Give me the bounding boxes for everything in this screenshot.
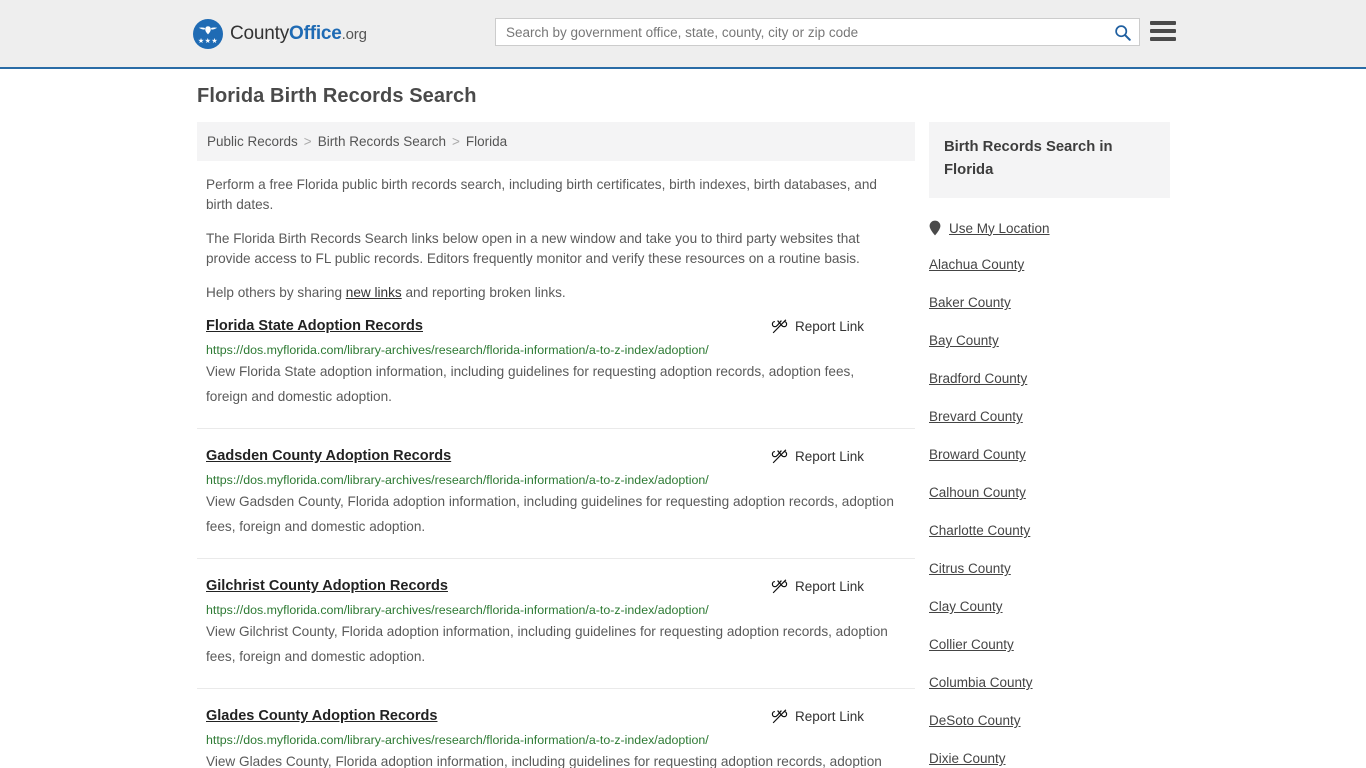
county-link[interactable]: Broward County bbox=[929, 447, 1026, 462]
county-link[interactable]: Clay County bbox=[929, 599, 1003, 614]
results-list: Florida State Adoption Records Report Li… bbox=[197, 317, 915, 768]
search-input[interactable] bbox=[496, 19, 1105, 45]
sidebar-heading: Birth Records Search in Florida bbox=[944, 139, 1113, 178]
breadcrumb-separator: > bbox=[303, 134, 312, 149]
search-bar[interactable] bbox=[495, 18, 1140, 46]
result-item: Gadsden County Adoption Records Report L… bbox=[197, 447, 915, 559]
report-link-button[interactable]: Report Link bbox=[771, 708, 864, 725]
sidebar-item-county[interactable]: Columbia County bbox=[929, 674, 1170, 692]
sidebar-item-county[interactable]: Charlotte County bbox=[929, 522, 1170, 540]
sidebar-item-county[interactable]: Citrus County bbox=[929, 560, 1170, 578]
report-link-label: Report Link bbox=[794, 709, 864, 724]
result-url: https://dos.myflorida.com/library-archiv… bbox=[206, 733, 709, 747]
result-title-link[interactable]: Gilchrist County Adoption Records bbox=[206, 577, 448, 596]
sidebar-item-county[interactable]: Alachua County bbox=[929, 256, 1170, 274]
sidebar-item-use-my-location[interactable]: Use My Location bbox=[929, 220, 1170, 236]
eagle-glyph bbox=[198, 25, 218, 34]
county-link[interactable]: Brevard County bbox=[929, 409, 1023, 424]
sidebar: Birth Records Search in Florida Use My L… bbox=[929, 122, 1170, 768]
hamburger-bar bbox=[1150, 37, 1176, 41]
breadcrumb-item-birth-records-search[interactable]: Birth Records Search bbox=[318, 134, 446, 149]
intro-paragraph-2: The Florida Birth Records Search links b… bbox=[206, 231, 860, 266]
sidebar-item-county[interactable]: Dixie County bbox=[929, 750, 1170, 768]
result-title-link[interactable]: Gadsden County Adoption Records bbox=[206, 447, 451, 466]
report-link-button[interactable]: Report Link bbox=[771, 318, 864, 335]
hamburger-menu-icon[interactable] bbox=[1150, 20, 1176, 42]
report-link-label: Report Link bbox=[794, 319, 864, 334]
result-description: View Gilchrist County, Florida adoption … bbox=[206, 624, 888, 664]
broken-link-icon bbox=[771, 579, 788, 594]
result-url: https://dos.myflorida.com/library-archiv… bbox=[206, 603, 709, 617]
intro-paragraph-1: Perform a free Florida public birth reco… bbox=[206, 177, 877, 212]
hamburger-bar bbox=[1150, 21, 1176, 25]
sidebar-item-county[interactable]: Bay County bbox=[929, 332, 1170, 350]
stars-glyph: ★★★ bbox=[197, 37, 219, 45]
broken-link-icon bbox=[771, 319, 788, 334]
result-item: Florida State Adoption Records Report Li… bbox=[197, 317, 915, 429]
result-description: View Gadsden County, Florida adoption in… bbox=[206, 494, 894, 534]
page-title: Florida Birth Records Search bbox=[197, 85, 477, 107]
logo-word-org: .org bbox=[341, 25, 367, 43]
hamburger-bar bbox=[1150, 29, 1176, 33]
logo-word-office: Office bbox=[289, 22, 342, 44]
intro-p3-after: and reporting broken links. bbox=[401, 285, 566, 300]
result-url: https://dos.myflorida.com/library-archiv… bbox=[206, 473, 709, 487]
map-pin-icon bbox=[929, 220, 941, 236]
search-button[interactable] bbox=[1105, 19, 1139, 45]
sidebar-item-county[interactable]: Bradford County bbox=[929, 370, 1170, 388]
report-link-button[interactable]: Report Link bbox=[771, 578, 864, 595]
county-link[interactable]: Charlotte County bbox=[929, 523, 1030, 538]
county-link[interactable]: Dixie County bbox=[929, 751, 1006, 766]
county-link[interactable]: Calhoun County bbox=[929, 485, 1026, 500]
county-link[interactable]: DeSoto County bbox=[929, 713, 1021, 728]
county-link[interactable]: Columbia County bbox=[929, 675, 1033, 690]
county-list: Use My Location Alachua County Baker Cou… bbox=[929, 220, 1170, 768]
page-body: Florida Birth Records Search Public Reco… bbox=[0, 69, 1366, 768]
breadcrumb: Public Records > Birth Records Search > Flor… bbox=[197, 122, 915, 161]
report-link-button[interactable]: Report Link bbox=[771, 448, 864, 465]
sidebar-item-county[interactable]: Clay County bbox=[929, 598, 1170, 616]
county-link[interactable]: Citrus County bbox=[929, 561, 1011, 576]
intro-p3-before: Help others by sharing bbox=[206, 285, 346, 300]
county-link[interactable]: Bay County bbox=[929, 333, 999, 348]
intro-text: Perform a free Florida public birth reco… bbox=[197, 175, 915, 303]
intro-paragraph-3: Help others by sharing new links and rep… bbox=[197, 283, 915, 303]
report-link-label: Report Link bbox=[794, 449, 864, 464]
site-logo[interactable]: ★★★ CountyOffice.org bbox=[193, 18, 367, 49]
result-item: Glades County Adoption Records Report Li… bbox=[197, 707, 915, 768]
eagle-shield-logo-icon: ★★★ bbox=[193, 18, 223, 49]
county-link[interactable]: Alachua County bbox=[929, 257, 1024, 272]
result-url: https://dos.myflorida.com/library-archiv… bbox=[206, 343, 709, 357]
result-description: View Glades County, Florida adoption inf… bbox=[206, 754, 882, 768]
site-header: ★★★ CountyOffice.org bbox=[0, 0, 1366, 69]
result-item: Gilchrist County Adoption Records Report… bbox=[197, 577, 915, 689]
use-my-location-link[interactable]: Use My Location bbox=[949, 221, 1050, 236]
sidebar-heading-box: Birth Records Search in Florida bbox=[929, 122, 1170, 198]
breadcrumb-item-public-records[interactable]: Public Records bbox=[207, 134, 298, 149]
breadcrumb-separator: > bbox=[452, 134, 460, 149]
county-link[interactable]: Collier County bbox=[929, 637, 1014, 652]
search-icon bbox=[1114, 24, 1131, 41]
sidebar-item-county[interactable]: Baker County bbox=[929, 294, 1170, 312]
sidebar-item-county[interactable]: DeSoto County bbox=[929, 712, 1170, 730]
county-link[interactable]: Baker County bbox=[929, 295, 1011, 310]
result-title-link[interactable]: Glades County Adoption Records bbox=[206, 707, 437, 726]
sidebar-item-county[interactable]: Calhoun County bbox=[929, 484, 1170, 502]
result-description: View Florida State adoption information,… bbox=[206, 364, 855, 404]
logo-word-county: County bbox=[230, 22, 290, 44]
result-title-link[interactable]: Florida State Adoption Records bbox=[206, 317, 423, 336]
logo-wordmark: CountyOffice.org bbox=[230, 23, 367, 45]
sidebar-item-county[interactable]: Collier County bbox=[929, 636, 1170, 654]
breadcrumb-item-florida: Florida bbox=[465, 134, 508, 149]
new-links-link[interactable]: new links bbox=[346, 285, 402, 300]
broken-link-icon bbox=[771, 449, 788, 464]
report-link-label: Report Link bbox=[794, 579, 864, 594]
sidebar-item-county[interactable]: Broward County bbox=[929, 446, 1170, 464]
broken-link-icon bbox=[771, 709, 788, 724]
main-content: Public Records > Birth Records Search > Flor… bbox=[197, 122, 915, 768]
sidebar-item-county[interactable]: Brevard County bbox=[929, 408, 1170, 426]
county-link[interactable]: Bradford County bbox=[929, 371, 1027, 386]
